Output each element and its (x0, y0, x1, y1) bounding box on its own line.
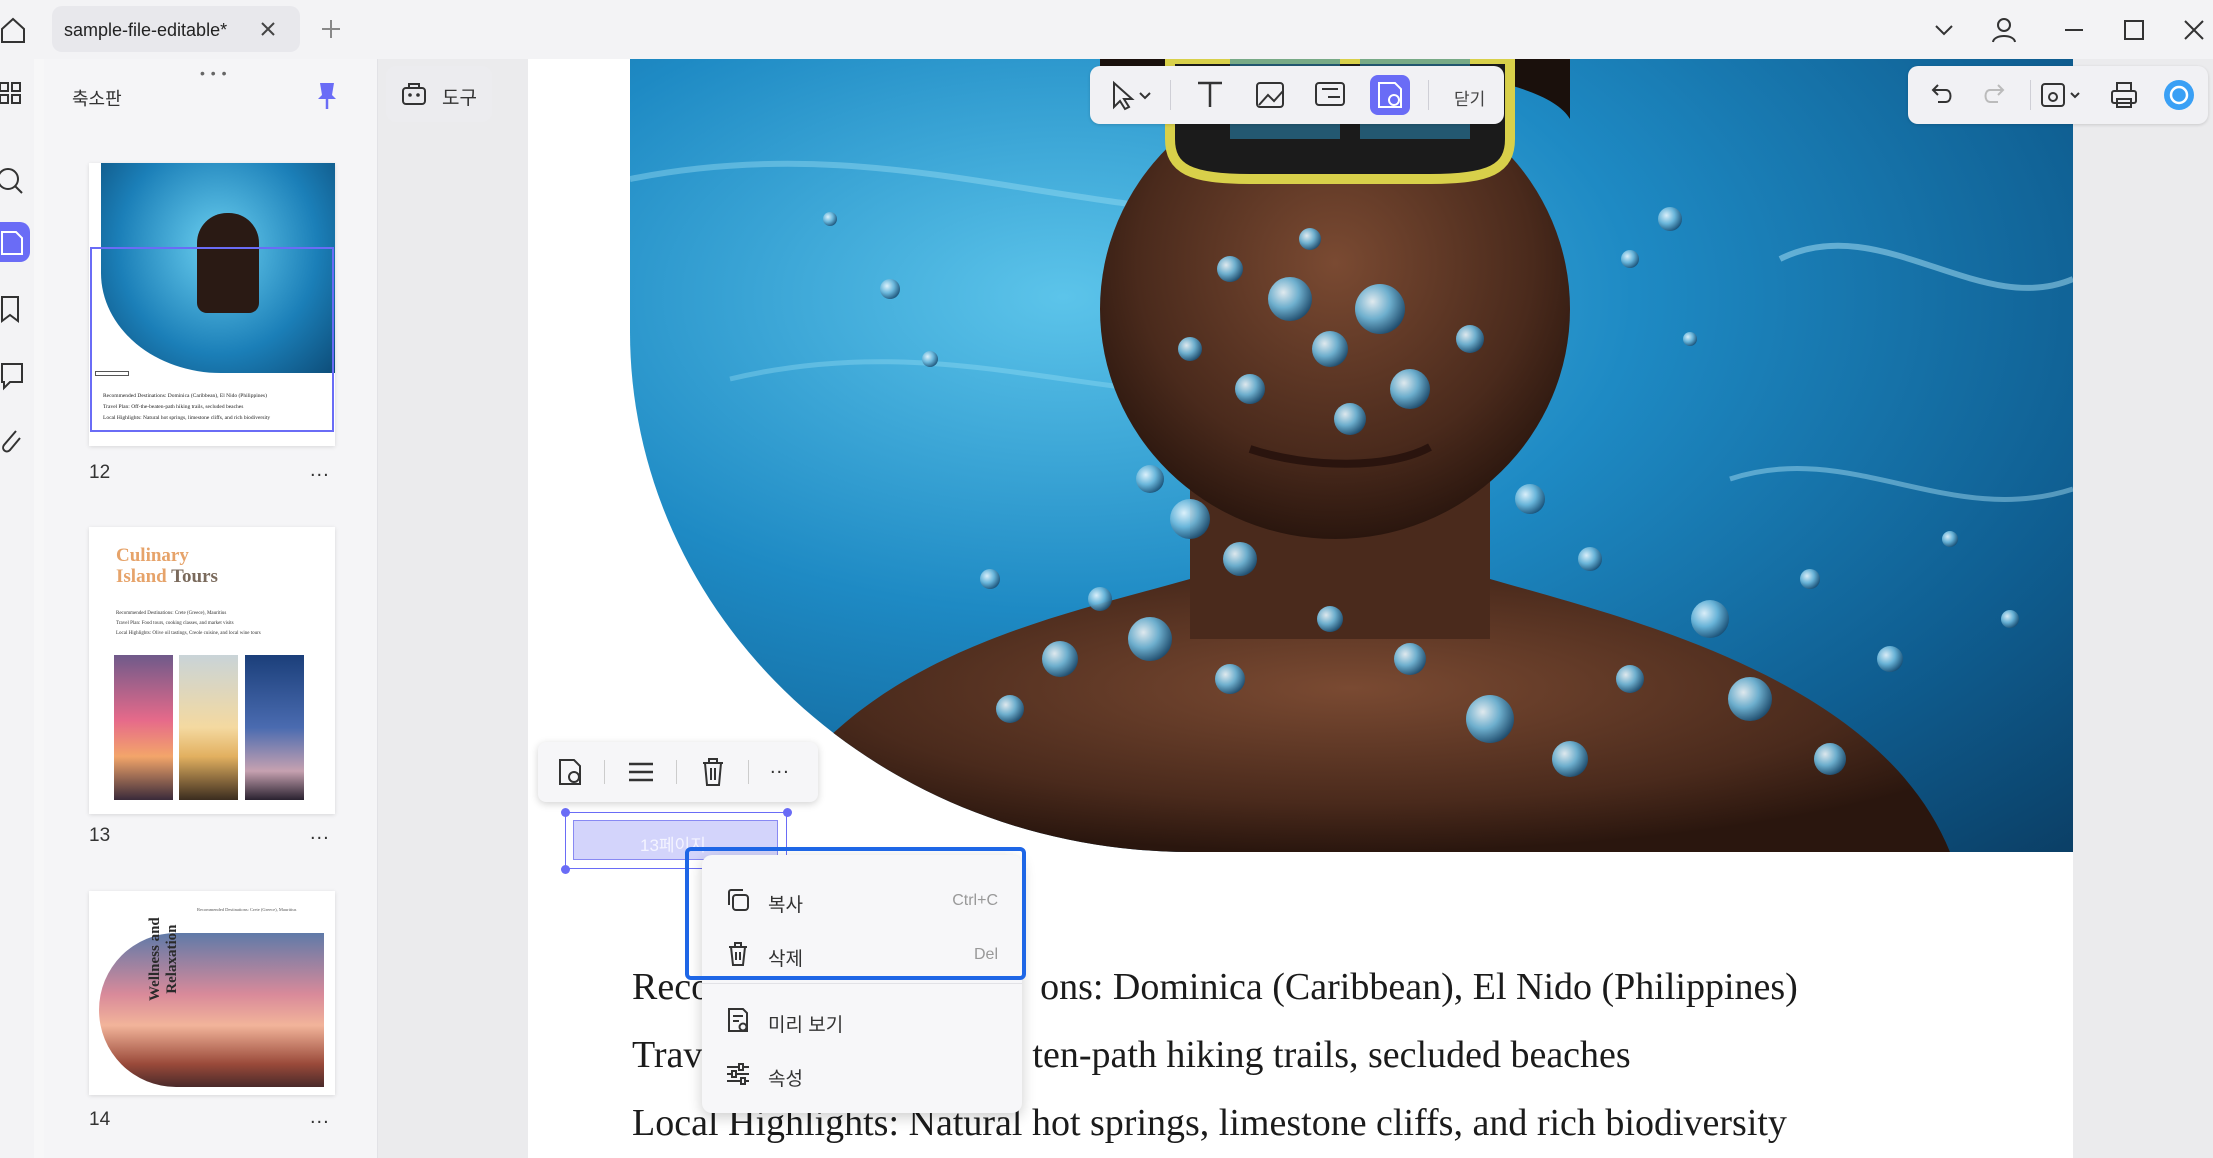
maximize-icon[interactable] (2120, 16, 2148, 44)
thumbnail-page-number: 12 (89, 462, 111, 483)
ai-assistant-icon[interactable] (2162, 78, 2196, 112)
chevron-down-icon[interactable] (1930, 16, 1958, 44)
text-segment: ten-path hiking trails, secluded beaches (1032, 1034, 1631, 1076)
menu-item-properties[interactable]: 속성 (702, 1049, 1022, 1099)
properties-icon (727, 1063, 749, 1085)
thumbnail-more-button[interactable]: ... (310, 822, 330, 845)
new-tab-icon[interactable] (320, 18, 342, 40)
comments-button[interactable] (0, 354, 30, 394)
thumbnail-more-button[interactable]: ... (310, 1106, 330, 1129)
grid-icon (0, 82, 21, 104)
home-icon[interactable] (0, 16, 26, 44)
menu-item-preview[interactable]: 미리 보기 (702, 995, 1022, 1045)
thumbnail-wellness-image (99, 933, 324, 1087)
thumbnail-vertical-title: Relaxation (164, 924, 180, 994)
highlight-callout (685, 847, 1026, 980)
account-icon[interactable] (1990, 16, 2018, 44)
title-bar: sample-file-editable* (0, 0, 2213, 59)
link-icon (1315, 82, 1345, 106)
link-tool-button[interactable] (1310, 75, 1350, 115)
toolbar-separator (604, 760, 605, 784)
resize-handle[interactable] (783, 808, 792, 817)
right-toolbar (1908, 66, 2208, 124)
toolbar-separator (1170, 80, 1171, 110)
document-tab[interactable]: sample-file-editable* (52, 6, 300, 52)
toolbar-separator (2030, 80, 2031, 110)
thumbnail-heading: Culinary (116, 545, 189, 566)
page-icon (1, 231, 23, 255)
thumbnails-button[interactable] (0, 222, 30, 262)
preview-icon (728, 1008, 748, 1032)
panel-drag-handle[interactable]: • • • (200, 65, 227, 81)
left-rail (0, 59, 34, 1158)
menu-item-label: 미리 보기 (768, 1015, 844, 1036)
panel-title: 축소판 (72, 89, 122, 109)
thumbnail-text-line: Local Highlights: Olive oil tastings, Cr… (116, 631, 261, 636)
toolbar-separator (1428, 80, 1429, 110)
bookmark-icon (1, 296, 19, 323)
text-segment: Trav (632, 1034, 703, 1076)
thumbnail-text-line: Recommended Destinations: Crete (Greece)… (116, 611, 227, 616)
thumbnail-page-number: 13 (89, 825, 111, 846)
search-button[interactable] (0, 161, 30, 201)
minimize-icon[interactable] (2060, 16, 2088, 44)
print-icon[interactable] (2108, 79, 2140, 111)
thumbnail-beach-image (245, 655, 304, 800)
toolbox-icon (402, 83, 426, 105)
bookmarks-button[interactable] (0, 289, 30, 329)
visible-area-indicator (90, 247, 334, 432)
close-window-icon[interactable] (2180, 16, 2208, 44)
thumbnail-page-number: 14 (89, 1109, 111, 1130)
toolbar-separator (748, 760, 749, 784)
more-icon[interactable]: ... (770, 756, 790, 779)
align-icon[interactable] (623, 754, 659, 790)
thumbnail-heading: Tours (171, 566, 218, 587)
search-icon (0, 168, 23, 194)
close-tab-icon[interactable] (258, 19, 278, 39)
select-arrow-icon (1113, 80, 1151, 111)
thumbnail-heading: Island (116, 566, 167, 587)
delete-icon[interactable] (695, 754, 731, 790)
form-field-tool-button[interactable] (1370, 75, 1410, 115)
thumbnail-vertical-title: Wellness and (147, 917, 163, 1001)
save-icon[interactable] (2038, 80, 2084, 110)
toolbar-separator (676, 760, 677, 784)
thumbnail-page-14[interactable]: Recommended Destinations: Crete (Greece)… (89, 891, 335, 1095)
close-edit-button[interactable]: 닫기 (1454, 85, 1485, 110)
pin-icon[interactable] (314, 81, 340, 111)
thumbnail-panel: • • • 축소판 Recommended Destinations: Domi… (44, 59, 378, 1158)
form-field-icon (1378, 82, 1402, 108)
menu-item-label: 속성 (768, 1069, 803, 1090)
thumbnail-more-button[interactable]: ... (310, 459, 330, 482)
tools-label: 도구 (442, 88, 477, 109)
paperclip-icon (2, 430, 21, 453)
thumbnail-text-line: Recommended Destinations: Crete (Greece)… (197, 907, 297, 912)
thumbnail-page-12[interactable]: Recommended Destinations: Dominica (Cari… (89, 163, 335, 446)
select-tool-button[interactable] (1100, 75, 1160, 115)
undo-icon[interactable] (1926, 80, 1956, 110)
thumbnail-text-line: Travel Plan: Food tours, cooking classes… (116, 621, 234, 626)
menu-divider (702, 983, 1022, 984)
thumbnail-page-13[interactable]: Culinary Island Tours Recommended Destin… (89, 527, 335, 814)
resize-handle[interactable] (561, 808, 570, 817)
field-properties-icon[interactable] (552, 754, 588, 790)
text-tool-button[interactable] (1190, 75, 1230, 115)
text-icon (1198, 81, 1222, 107)
tab-title: sample-file-editable* (64, 20, 228, 40)
image-tool-button[interactable] (1250, 75, 1290, 115)
text-segment: ons: Dominica (Caribbean), El Nido (Phil… (1040, 966, 1798, 1008)
diver-illustration (630, 59, 2073, 852)
field-mini-toolbar: ... (538, 742, 818, 802)
tools-button[interactable]: 도구 (386, 66, 492, 122)
resize-handle[interactable] (561, 865, 570, 874)
redo-icon[interactable] (1980, 80, 2010, 110)
attachments-button[interactable] (0, 419, 30, 459)
thumbnail-palm-image (179, 655, 238, 800)
edit-toolbar: 닫기 (1090, 66, 1504, 124)
thumbnail-sunset-image (114, 655, 173, 800)
image-icon (1256, 82, 1284, 108)
diver-photo[interactable] (630, 59, 2073, 852)
grid-view-button[interactable] (0, 73, 30, 113)
comment-icon (1, 363, 23, 391)
